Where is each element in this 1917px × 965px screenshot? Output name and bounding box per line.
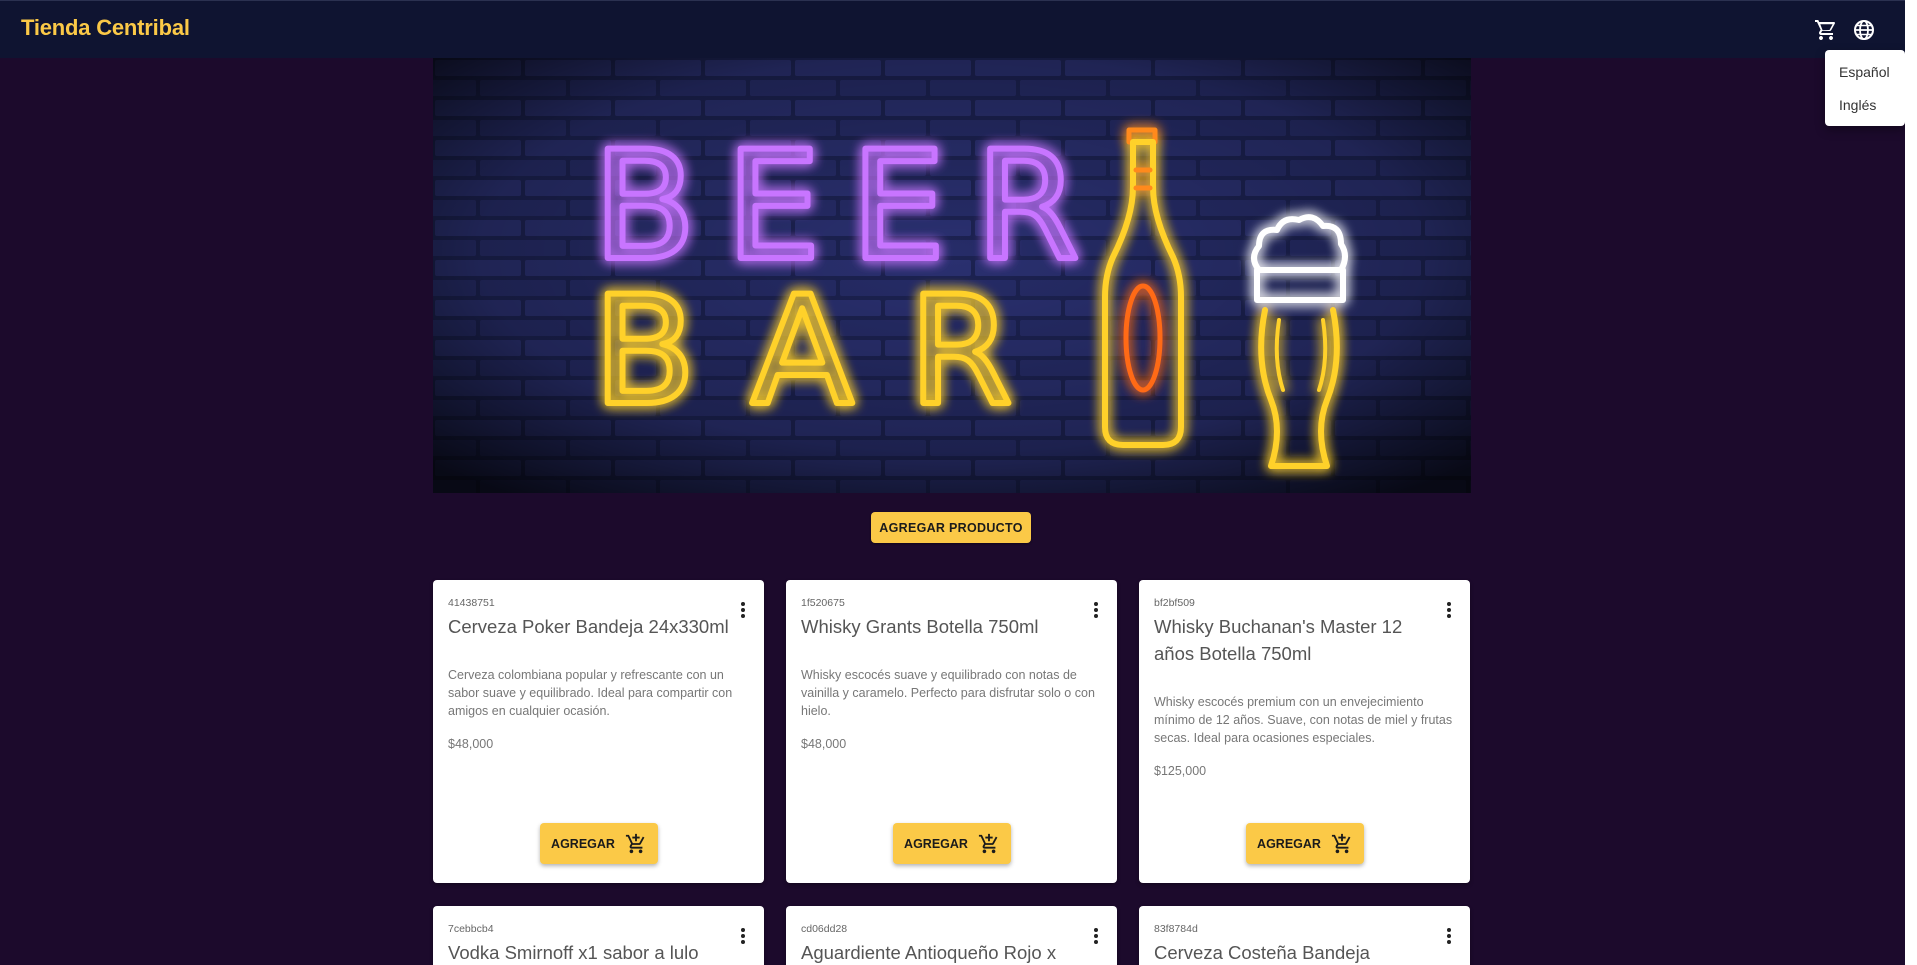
add-to-cart-button[interactable]: AGREGAR	[1246, 823, 1364, 864]
cart-icon[interactable]	[1814, 18, 1838, 42]
product-card: 7cebbcb4 Vodka Smirnoff x1 sabor a lulo	[433, 906, 764, 965]
neon-bar-text: BAR	[593, 265, 1068, 439]
hero-banner: BEER BAR	[433, 58, 1471, 493]
product-title: Whisky Buchanan's Master 12 años Botella…	[1154, 616, 1403, 664]
add-to-cart-label: AGREGAR	[904, 836, 968, 851]
more-vert-icon[interactable]	[734, 926, 752, 946]
more-vert-icon[interactable]	[1087, 926, 1105, 946]
add-to-cart-button[interactable]: AGREGAR	[893, 823, 1011, 864]
product-id: bf2bf509	[1154, 597, 1195, 609]
product-price: $48,000	[448, 737, 494, 751]
language-option-spanish[interactable]: Español	[1825, 56, 1905, 89]
product-title: Whisky Grants Botella 750ml	[801, 616, 1039, 637]
product-card: cd06dd28 Aguardiente Antioqueño Rojo x	[786, 906, 1117, 965]
product-id: 83f8784d	[1154, 923, 1198, 935]
add-shopping-cart-icon	[625, 833, 645, 853]
add-to-cart-label: AGREGAR	[551, 836, 615, 851]
add-to-cart-button[interactable]: AGREGAR	[540, 823, 658, 864]
product-card: 41438751 Cerveza Poker Bandeja 24x330ml …	[433, 580, 764, 883]
product-description: Whisky escocés premium con un envejecimi…	[1154, 695, 1453, 745]
language-option-english[interactable]: Inglés	[1825, 89, 1905, 122]
product-id: 41438751	[448, 597, 495, 609]
add-product-button[interactable]: AGREGAR PRODUCTO	[871, 512, 1031, 543]
product-description: Cerveza colombiana popular y refrescante…	[448, 668, 733, 718]
product-card: 1f520675 Whisky Grants Botella 750ml Whi…	[786, 580, 1117, 883]
more-vert-icon[interactable]	[1087, 600, 1105, 620]
product-description: Whisky escocés suave y equilibrado con n…	[801, 668, 1095, 718]
product-title: Cerveza Poker Bandeja 24x330ml	[448, 616, 729, 637]
product-title: Vodka Smirnoff x1 sabor a lulo	[448, 942, 699, 963]
more-vert-icon[interactable]	[1440, 600, 1458, 620]
product-id: 7cebbcb4	[448, 923, 494, 935]
page-scrollbar[interactable]	[1905, 0, 1917, 965]
product-card: bf2bf509 Whisky Buchanan's Master 12 año…	[1139, 580, 1470, 883]
product-title: Aguardiente Antioqueño Rojo x	[801, 942, 1057, 963]
add-to-cart-label: AGREGAR	[1257, 836, 1321, 851]
product-price: $48,000	[801, 737, 847, 751]
page: Tienda Centribal Español Inglés BEER BAR…	[0, 0, 1905, 965]
top-app-bar: Tienda Centribal	[0, 0, 1905, 58]
product-price: $125,000	[1154, 764, 1207, 778]
product-card: 83f8784d Cerveza Costeña Bandeja	[1139, 906, 1470, 965]
add-shopping-cart-icon	[978, 833, 998, 853]
product-id: 1f520675	[801, 597, 845, 609]
globe-icon[interactable]	[1852, 18, 1876, 42]
product-id: cd06dd28	[801, 923, 848, 935]
product-title: Cerveza Costeña Bandeja	[1154, 942, 1370, 963]
language-menu: Español Inglés	[1825, 50, 1905, 126]
more-vert-icon[interactable]	[734, 600, 752, 620]
more-vert-icon[interactable]	[1440, 926, 1458, 946]
add-shopping-cart-icon	[1331, 833, 1351, 853]
brand-title[interactable]: Tienda Centribal	[21, 15, 190, 41]
